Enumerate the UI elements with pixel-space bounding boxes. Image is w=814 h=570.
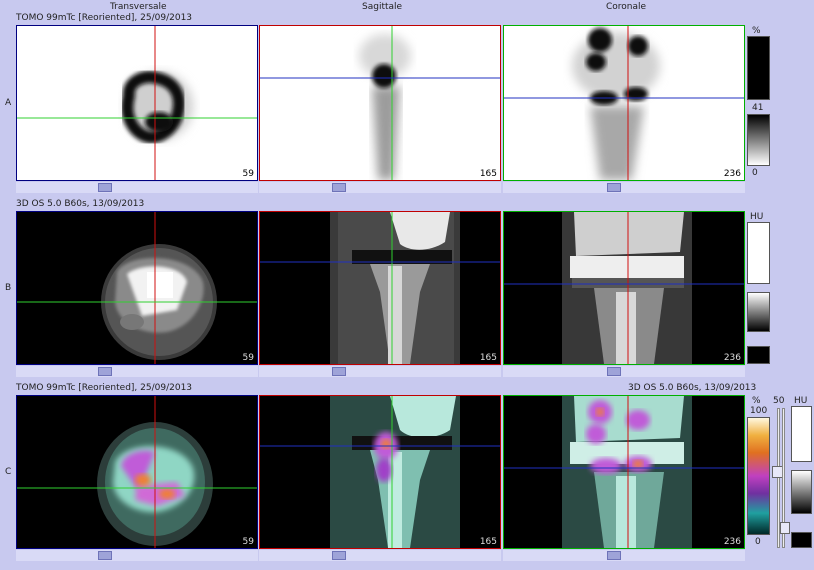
viewport-a-transversal[interactable]: 59 <box>16 25 258 181</box>
slice-scroll-handle[interactable] <box>607 551 621 560</box>
ct-sagittal-image <box>260 212 500 364</box>
slice-number: 165 <box>479 353 497 363</box>
viewport-c-transversal[interactable]: 59 <box>16 395 258 549</box>
row-c-title-left: TOMO 99mTc [Reoriented], 25/09/2013 <box>16 383 193 393</box>
scroll-track-b-transversal[interactable] <box>16 366 258 377</box>
viewport-c-coronal[interactable]: 236 <box>503 395 745 549</box>
slice-number: 236 <box>723 353 741 363</box>
row-b-title: 3D OS 5.0 B60s, 13/09/2013 <box>16 199 145 209</box>
viewport-b-transversal[interactable]: 59 <box>16 211 258 365</box>
scroll-track-b-coronal[interactable] <box>503 366 745 377</box>
slice-number: 165 <box>479 537 497 547</box>
scroll-track-a-coronal[interactable] <box>503 182 745 193</box>
fusion-sagittal-image <box>260 396 500 548</box>
viewport-c-sagittal[interactable]: 165 <box>259 395 501 549</box>
column-header-transversale: Transversale <box>110 2 167 12</box>
viewport-b-sagittal[interactable]: 165 <box>259 211 501 365</box>
ct-coronal-image <box>504 212 744 364</box>
threshold-slider-thumb[interactable] <box>780 522 790 534</box>
row-label-c: C <box>5 467 12 477</box>
fusion-transversal-image <box>17 396 257 548</box>
scale-b-window-bottom[interactable] <box>747 346 770 364</box>
scale-c-unit-hu: HU <box>794 396 808 406</box>
fusion-coronal-image <box>504 396 744 548</box>
scale-c-top: 100 <box>750 406 768 416</box>
slice-number: 236 <box>723 537 741 547</box>
slice-scroll-handle[interactable] <box>332 183 346 192</box>
scale-c-hu-window-bottom[interactable] <box>791 532 812 548</box>
scale-b-unit: HU <box>750 212 764 222</box>
slice-scroll-handle[interactable] <box>607 367 621 376</box>
scale-c-blend: 50 <box>773 396 785 406</box>
viewport-b-coronal[interactable]: 236 <box>503 211 745 365</box>
column-header-coronale: Coronale <box>606 2 647 12</box>
viewport-a-coronal[interactable]: 236 <box>503 25 745 181</box>
scroll-track-a-transversal[interactable] <box>16 182 258 193</box>
slice-number: 165 <box>479 169 497 179</box>
slice-scroll-handle[interactable] <box>332 551 346 560</box>
slice-scroll-handle[interactable] <box>332 367 346 376</box>
scroll-track-c-sagittal[interactable] <box>259 550 501 561</box>
row-label-a: A <box>5 98 12 108</box>
row-c-title-right: 3D OS 5.0 B60s, 13/09/2013 <box>628 383 757 393</box>
scale-a-mid: 41 <box>752 103 764 113</box>
spect-coronal-image <box>504 26 744 180</box>
row-label-b: B <box>5 283 12 293</box>
scale-c-hu-window-top[interactable] <box>791 406 812 462</box>
ct-transversal-image <box>17 212 257 364</box>
slice-scroll-handle[interactable] <box>98 183 112 192</box>
row-a-title: TOMO 99mTc [Reoriented], 25/09/2013 <box>16 13 193 23</box>
scale-a-gradient[interactable] <box>747 114 770 166</box>
scale-b-window-top[interactable] <box>747 222 770 284</box>
scale-c-bottom: 0 <box>755 537 761 547</box>
viewport-a-sagittal[interactable]: 165 <box>259 25 501 181</box>
scroll-track-c-coronal[interactable] <box>503 550 745 561</box>
slice-number: 59 <box>242 169 254 179</box>
scale-c-hu-gradient[interactable] <box>791 470 812 514</box>
scale-b-gradient[interactable] <box>747 292 770 332</box>
scale-a-bottom: 0 <box>752 168 758 178</box>
slice-scroll-handle[interactable] <box>98 367 112 376</box>
scale-c-fusion-colormap[interactable] <box>747 417 770 535</box>
scroll-track-c-transversal[interactable] <box>16 550 258 561</box>
spect-sagittal-image <box>260 26 500 180</box>
scale-a-window-top[interactable] <box>747 36 770 100</box>
slice-number: 236 <box>723 169 741 179</box>
scale-c-unit-pct: % <box>752 396 761 406</box>
spect-transversal-image <box>17 26 257 180</box>
scroll-track-b-sagittal[interactable] <box>259 366 501 377</box>
scroll-track-a-sagittal[interactable] <box>259 182 501 193</box>
slice-number: 59 <box>242 353 254 363</box>
slice-scroll-handle[interactable] <box>607 183 621 192</box>
slice-scroll-handle[interactable] <box>98 551 112 560</box>
slice-number: 59 <box>242 537 254 547</box>
column-header-sagittale: Sagittale <box>362 2 403 12</box>
scale-a-unit: % <box>752 26 761 36</box>
